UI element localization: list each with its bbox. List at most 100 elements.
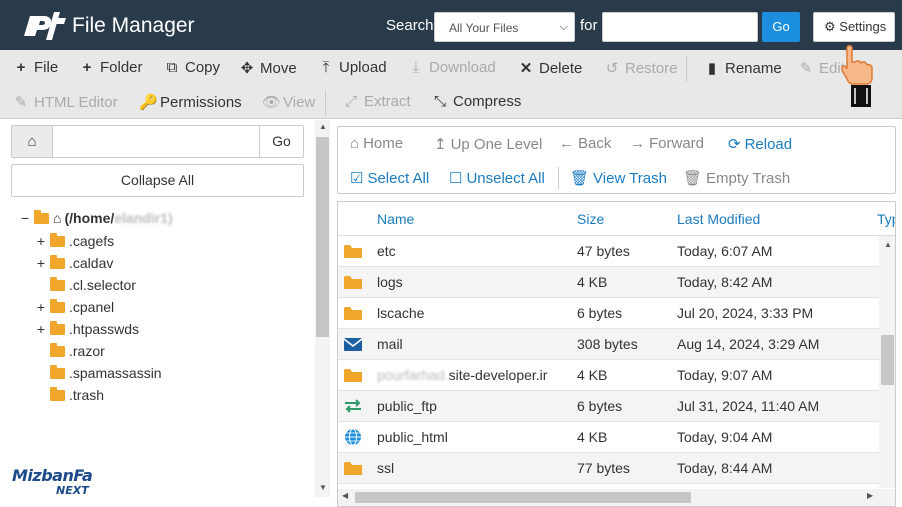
table-row[interactable]: public_ftp 6 bytes Jul 31, 2024, 11:40 AM xyxy=(338,391,879,422)
file-name-cell[interactable]: etc xyxy=(377,236,396,267)
file-name-cell[interactable]: mail xyxy=(377,329,403,360)
reload-button[interactable]: ⟳ Reload xyxy=(728,135,792,154)
scroll-up-arrow-icon[interactable]: ▲ xyxy=(884,240,892,249)
column-header-last-modified[interactable]: Last Modified xyxy=(677,202,760,236)
table-row[interactable]: public_html 4 KB Today, 9:04 AM xyxy=(338,422,879,453)
column-header-name[interactable]: Name xyxy=(377,202,414,236)
file-name-cell[interactable]: ssl xyxy=(377,453,394,484)
tree-home-button[interactable]: ⌂ xyxy=(11,125,53,158)
tree-item[interactable]: .spamassassin xyxy=(34,362,162,384)
upload-icon: ⤒ xyxy=(322,59,330,76)
settings-button[interactable]: ⚙ Settings xyxy=(813,12,895,42)
last-modified-cell: Today, 8:42 AM xyxy=(677,274,773,290)
file-name-text: site-developer.ir xyxy=(448,367,548,383)
upload-button[interactable]: ⤒ Upload xyxy=(318,59,387,76)
table-header-row xyxy=(338,202,895,236)
file-name-text: etc xyxy=(377,243,396,259)
tree-item[interactable]: .trash xyxy=(34,384,104,406)
download-icon: ⤓ xyxy=(412,59,420,76)
collapse-toggle-icon[interactable]: − xyxy=(18,210,32,226)
nav-home-button[interactable]: ⌂ Home xyxy=(350,135,403,152)
last-modified-cell: Jul 31, 2024, 11:40 AM xyxy=(677,398,820,414)
tree-scrollbar-thumb[interactable] xyxy=(316,137,329,337)
file-name-cell[interactable]: public_html xyxy=(377,422,448,453)
view-button[interactable]: 👁 View xyxy=(262,93,315,112)
folder-icon xyxy=(344,245,362,258)
table-horizontal-scrollbar-thumb[interactable] xyxy=(355,492,691,503)
back-label: Back xyxy=(578,135,612,152)
search-scope-value: All Your Files xyxy=(449,21,519,35)
file-list-table: Name Size Last Modified Type etc 47 bytes… xyxy=(337,201,896,507)
table-row[interactable]: logs 4 KB Today, 8:42 AM xyxy=(338,267,879,298)
select-all-label: Select All xyxy=(367,169,430,187)
path-input[interactable] xyxy=(52,125,260,158)
table-row[interactable]: lscache 6 bytes Jul 20, 2024, 3:33 PM xyxy=(338,298,879,329)
file-name-cell[interactable]: public_ftp xyxy=(377,391,437,422)
tree-item[interactable]: .cl.selector xyxy=(34,274,136,296)
tree-item[interactable]: + .cagefs xyxy=(34,230,114,252)
checkbox-empty-icon: ☐ xyxy=(449,170,463,187)
tree-item[interactable]: + .cpanel xyxy=(34,296,114,318)
empty-trash-button[interactable]: 🗑 Empty Trash xyxy=(683,169,790,188)
copy-button[interactable]: ⧉ Copy xyxy=(164,59,220,76)
copy-label: Copy xyxy=(185,59,221,76)
table-row[interactable]: pourfarhad.site-developer.ir 4 KB Today, 9… xyxy=(338,360,879,391)
file-name-cell[interactable]: lscache xyxy=(377,298,424,329)
scroll-up-arrow-icon[interactable]: ▲ xyxy=(319,122,327,131)
download-button[interactable]: ⤓ Download xyxy=(408,59,496,76)
table-row[interactable]: mail 308 bytes Aug 14, 2024, 3:29 AM xyxy=(338,329,879,360)
expand-toggle-icon[interactable]: + xyxy=(34,299,48,315)
collapse-all-button[interactable]: Collapse All xyxy=(11,164,304,197)
scroll-right-arrow-icon[interactable]: ▶ xyxy=(867,491,873,500)
new-folder-button[interactable]: + Folder xyxy=(79,59,143,76)
permissions-button[interactable]: 🔑 Permissions xyxy=(139,93,242,112)
chevron-down-icon: ⌵ xyxy=(559,21,568,33)
search-go-button[interactable]: Go xyxy=(762,12,800,42)
restore-button[interactable]: ↺ Restore xyxy=(604,59,678,78)
extract-button[interactable]: ⤢ Extract xyxy=(343,93,411,110)
search-input[interactable] xyxy=(602,12,758,42)
tree-root-label: (/home/ xyxy=(64,210,115,226)
html-editor-button[interactable]: ✎ HTML Editor xyxy=(13,93,118,112)
rename-button[interactable]: ▮ Rename xyxy=(704,59,782,78)
html-editor-label: HTML Editor xyxy=(34,93,118,111)
mizbanfa-logo: MizbanFa NEXT xyxy=(12,466,112,500)
table-row[interactable]: etc 47 bytes Today, 6:07 AM xyxy=(338,236,879,267)
cpanel-logo-icon[interactable] xyxy=(20,10,68,42)
home-icon: ⌂ xyxy=(350,135,360,152)
download-label: Download xyxy=(429,59,496,76)
tree-item[interactable]: + .htpasswds xyxy=(34,318,139,340)
column-header-type[interactable]: Type xyxy=(877,202,895,236)
view-trash-button[interactable]: 🗑 View Trash xyxy=(570,169,667,188)
compress-button[interactable]: ⤡ Compress xyxy=(432,93,521,110)
unselect-all-button[interactable]: ☐ Unselect All xyxy=(449,169,545,188)
expand-toggle-icon[interactable]: + xyxy=(34,233,48,249)
forward-label: Forward xyxy=(649,135,705,152)
table-vertical-scrollbar-thumb[interactable] xyxy=(881,335,894,385)
forward-button[interactable]: → Forward xyxy=(630,135,704,152)
back-button[interactable]: ← Back xyxy=(559,135,611,152)
select-all-button[interactable]: ☑ Select All xyxy=(350,169,430,188)
up-one-level-button[interactable]: ↥ Up One Level xyxy=(434,135,542,154)
file-size-cell: 308 bytes xyxy=(577,336,638,352)
scroll-down-arrow-icon[interactable]: ▼ xyxy=(319,483,327,492)
move-button[interactable]: ✥ Move xyxy=(239,59,297,78)
folder-icon xyxy=(50,320,65,335)
tree-item[interactable]: + .caldav xyxy=(34,252,113,274)
expand-toggle-icon[interactable]: + xyxy=(34,255,48,271)
search-scope-select[interactable]: All Your Files ⌵ xyxy=(434,12,575,42)
new-file-button[interactable]: + File xyxy=(13,59,59,76)
file-name-cell[interactable]: logs xyxy=(377,267,403,298)
nav-divider xyxy=(558,167,559,189)
delete-button[interactable]: ✕ Delete xyxy=(518,59,583,78)
view-trash-label: View Trash xyxy=(593,169,667,187)
path-go-button[interactable]: Go xyxy=(259,125,304,158)
column-header-size[interactable]: Size xyxy=(577,202,604,236)
tree-item[interactable]: .razor xyxy=(34,340,105,362)
table-row[interactable]: ssl 77 bytes Today, 8:44 AM xyxy=(338,453,879,484)
expand-toggle-icon[interactable]: + xyxy=(34,321,48,337)
file-name-cell[interactable]: pourfarhad.site-developer.ir xyxy=(377,360,547,391)
tree-root-item[interactable]: − ⌂ (/home/ elandir1) xyxy=(18,207,173,229)
for-label: for xyxy=(580,17,598,34)
scroll-left-arrow-icon[interactable]: ◀ xyxy=(342,491,348,500)
